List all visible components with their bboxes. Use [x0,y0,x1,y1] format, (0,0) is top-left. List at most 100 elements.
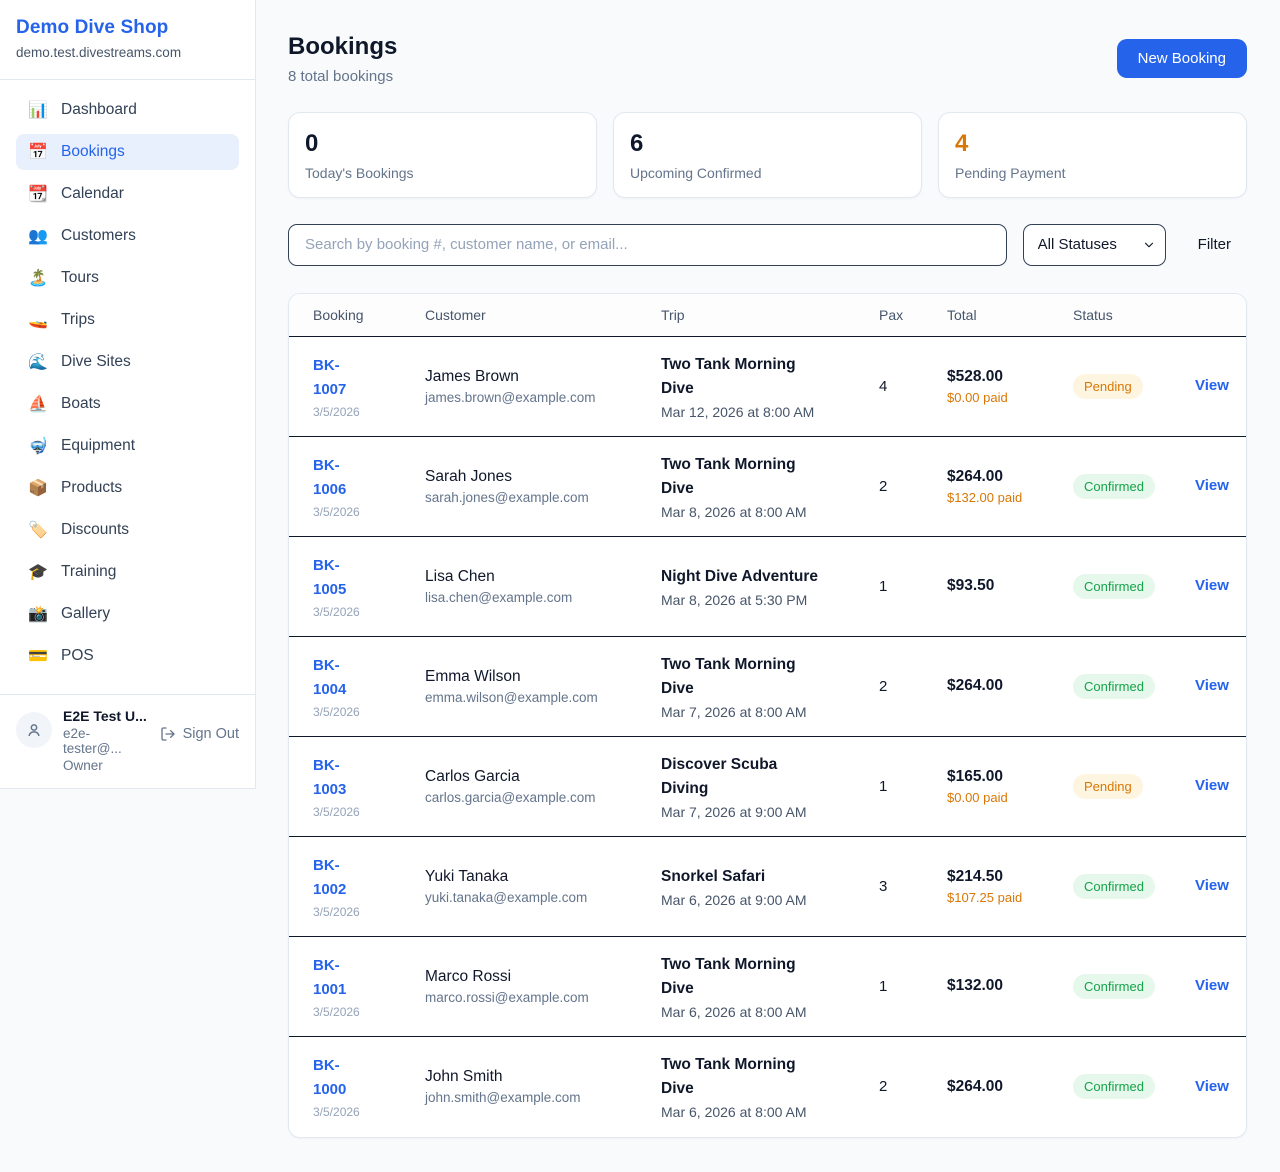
sidebar-item-customers[interactable]: 👥 Customers [16,218,239,254]
sidebar-item-boats[interactable]: ⛵ Boats [16,386,239,422]
table-row: BK-1004 3/5/2026 Emma Wilson emma.wilson… [289,637,1246,737]
total-amount: $165.00 [947,768,1073,786]
sidebar-item-label: Dive Sites [61,353,131,371]
total-amount: $264.00 [947,677,1073,695]
sidebar-item-label: Training [61,563,116,581]
booking-id-link[interactable]: BK-1005 [313,554,371,602]
sidebar-item-dive-sites[interactable]: 🌊 Dive Sites [16,344,239,380]
search-input[interactable] [288,224,1007,266]
shop-domain: demo.test.divestreams.com [16,45,239,60]
booking-id-link[interactable]: BK-1002 [313,854,371,902]
booking-id-link[interactable]: BK-1001 [313,954,371,1002]
sidebar-item-label: POS [61,647,94,665]
sidebar-item-pos[interactable]: 💳 POS [16,638,239,674]
sidebar-item-training[interactable]: 🎓 Training [16,554,239,590]
trip-datetime: Mar 6, 2026 at 9:00 AM [661,892,879,908]
pax-count: 4 [879,378,947,395]
customer-email: john.smith@example.com [425,1090,661,1105]
status-badge: Confirmed [1073,1074,1155,1099]
booking-date: 3/5/2026 [313,405,425,419]
sidebar-user-footer: E2E Test U... e2e-tester@... Owner Sign … [0,694,255,788]
filter-button[interactable]: Filter [1182,236,1247,253]
package-icon: 📦 [28,478,48,498]
booking-date: 3/5/2026 [313,505,425,519]
sidebar-nav: 📊 Dashboard 📅 Bookings 📆 Calendar 👥 Cust… [0,80,255,694]
status-filter-wrap: All Statuses [1023,224,1166,266]
trip-datetime: Mar 7, 2026 at 8:00 AM [661,704,879,720]
col-header-booking: Booking [313,307,425,323]
view-link[interactable]: View [1195,377,1229,394]
new-booking-button[interactable]: New Booking [1117,39,1247,78]
booking-id-link[interactable]: BK-1004 [313,654,371,702]
status-badge: Pending [1073,374,1143,399]
stat-value: 0 [305,130,580,158]
customer-name: Yuki Tanaka [425,868,661,886]
trip-datetime: Mar 8, 2026 at 5:30 PM [661,592,879,608]
sidebar-item-bookings[interactable]: 📅 Bookings [16,134,239,170]
view-link[interactable]: View [1195,577,1229,594]
status-badge: Confirmed [1073,974,1155,999]
sidebar-item-label: Bookings [61,143,125,161]
calendar-page-icon: 📆 [28,184,48,204]
sidebar-item-equipment[interactable]: 🤿 Equipment [16,428,239,464]
sidebar-item-gallery[interactable]: 📸 Gallery [16,596,239,632]
booking-id-link[interactable]: BK-1000 [313,1054,371,1102]
trip-name: Night Dive Adventure [661,565,823,589]
sidebar-item-label: Dashboard [61,101,137,119]
island-icon: 🏝️ [28,268,48,288]
customer-email: yuki.tanaka@example.com [425,890,661,905]
col-header-trip: Trip [661,307,879,323]
user-info: E2E Test U... e2e-tester@... Owner [63,708,149,773]
customer-name: Emma Wilson [425,668,661,686]
view-link[interactable]: View [1195,677,1229,694]
view-link[interactable]: View [1195,477,1229,494]
view-link[interactable]: View [1195,777,1229,794]
stat-label: Upcoming Confirmed [630,165,905,181]
sidebar-item-tours[interactable]: 🏝️ Tours [16,260,239,296]
avatar [16,712,52,748]
status-filter-select[interactable]: All Statuses [1023,224,1166,266]
main-content: Bookings 8 total bookings New Booking 0 … [256,0,1280,1172]
sidebar-item-label: Calendar [61,185,124,203]
booking-date: 3/5/2026 [313,805,425,819]
wave-icon: 🌊 [28,352,48,372]
view-link[interactable]: View [1195,1078,1229,1095]
table-row: BK-1005 3/5/2026 Lisa Chen lisa.chen@exa… [289,537,1246,637]
view-link[interactable]: View [1195,877,1229,894]
pax-count: 2 [879,478,947,495]
booking-date: 3/5/2026 [313,1105,425,1119]
page-header: Bookings 8 total bookings New Booking [288,33,1247,85]
sidebar-item-dashboard[interactable]: 📊 Dashboard [16,92,239,128]
bar-chart-icon: 📊 [28,100,48,120]
booking-date: 3/5/2026 [313,605,425,619]
trip-name: Two Tank Morning Dive [661,653,823,701]
total-amount: $264.00 [947,1078,1073,1096]
sidebar-item-calendar[interactable]: 📆 Calendar [16,176,239,212]
customer-name: Lisa Chen [425,568,661,586]
graduation-cap-icon: 🎓 [28,562,48,582]
pax-count: 1 [879,778,947,795]
sidebar-item-products[interactable]: 📦 Products [16,470,239,506]
status-badge: Confirmed [1073,574,1155,599]
table-row: BK-1007 3/5/2026 James Brown james.brown… [289,337,1246,437]
total-bookings-count: 8 total bookings [288,68,397,85]
sidebar: Demo Dive Shop demo.test.divestreams.com… [0,0,256,789]
sidebar-item-discounts[interactable]: 🏷️ Discounts [16,512,239,548]
table-row: BK-1001 3/5/2026 Marco Rossi marco.rossi… [289,937,1246,1037]
booking-id-link[interactable]: BK-1006 [313,454,371,502]
pax-count: 2 [879,678,947,695]
trip-name: Two Tank Morning Dive [661,453,823,501]
status-badge: Confirmed [1073,674,1155,699]
total-amount: $528.00 [947,368,1073,386]
sign-out-button[interactable]: Sign Out [160,726,239,742]
customer-name: Carlos Garcia [425,768,661,786]
total-amount: $264.00 [947,468,1073,486]
view-link[interactable]: View [1195,977,1229,994]
trip-name: Two Tank Morning Dive [661,1053,823,1101]
customer-name: Marco Rossi [425,968,661,986]
booking-id-link[interactable]: BK-1007 [313,354,371,402]
booking-id-link[interactable]: BK-1003 [313,754,371,802]
stat-label: Today's Bookings [305,165,580,181]
trip-datetime: Mar 8, 2026 at 8:00 AM [661,504,879,520]
sidebar-item-trips[interactable]: 🚤 Trips [16,302,239,338]
